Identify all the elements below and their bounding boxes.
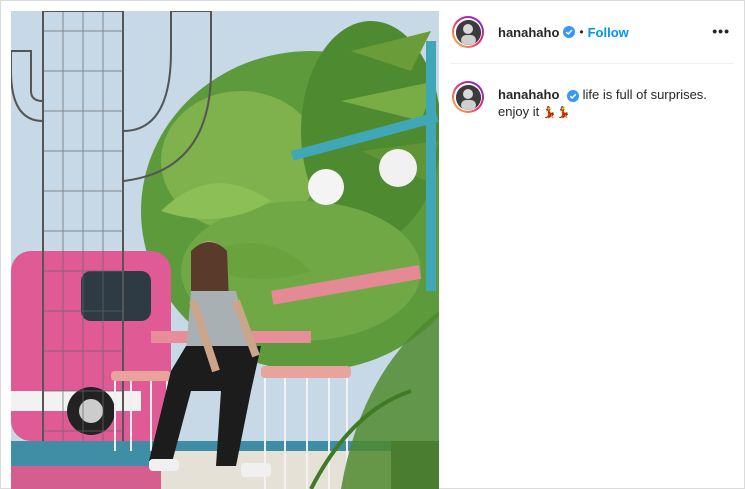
avatar-image [455, 84, 481, 110]
instagram-post: hanahaho • Follow ••• hanahaho life is f… [0, 0, 745, 489]
header-divider [450, 63, 734, 64]
verified-badge-icon [563, 26, 576, 38]
avatar-image [455, 19, 481, 45]
caption-username[interactable]: hanahaho [498, 87, 559, 102]
more-options-icon[interactable]: ••• [712, 23, 730, 39]
caption-comment: hanahaho life is full of surprises. enjo… [452, 81, 714, 122]
caption-avatar[interactable] [452, 81, 484, 113]
caption-text: hanahaho life is full of surprises. enjo… [498, 86, 708, 122]
dancing-emoji-icon: 💃💃 [542, 107, 571, 119]
header-username[interactable]: hanahaho [498, 25, 559, 40]
follow-button[interactable]: Follow [588, 25, 629, 40]
post-header: hanahaho • Follow [440, 9, 744, 55]
post-photo[interactable] [11, 11, 439, 489]
post-sidebar: hanahaho • Follow ••• hanahaho life is f… [440, 1, 744, 488]
avatar[interactable] [452, 16, 484, 48]
verified-badge-icon [567, 89, 580, 102]
separator-dot: • [579, 25, 584, 39]
photo-illustration [11, 11, 439, 489]
